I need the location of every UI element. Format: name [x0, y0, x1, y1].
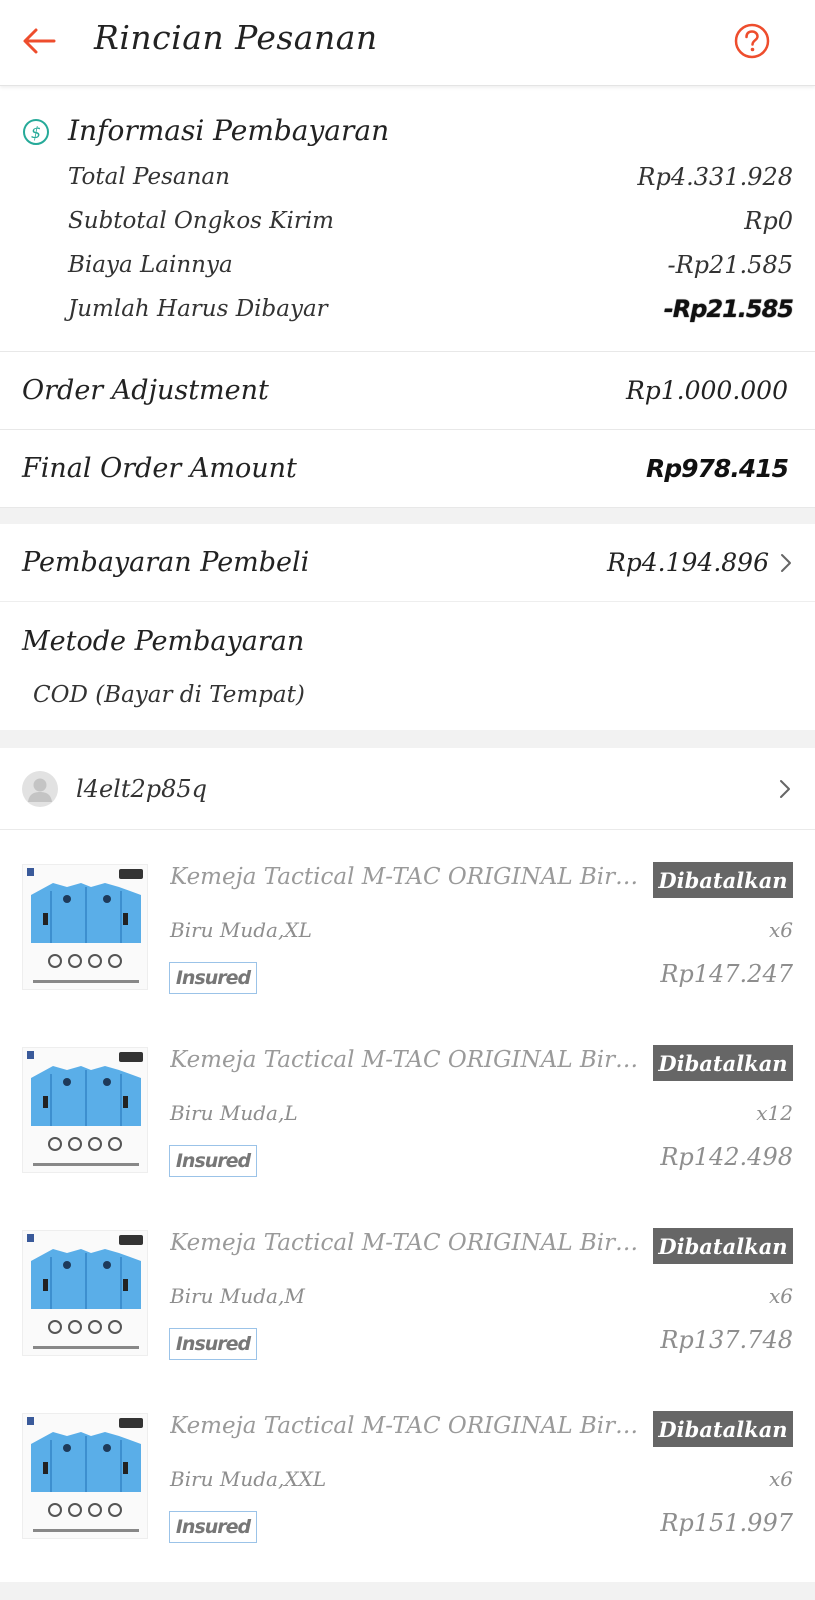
- product-quantity: x6: [768, 1467, 793, 1491]
- product-price: Rp151.997: [660, 1509, 793, 1537]
- total-order-row: Total Pesanan Rp4.331.928: [68, 158, 793, 196]
- row-label: Total Pesanan: [68, 164, 230, 190]
- row-value: -Rp21.585: [667, 251, 793, 279]
- insured-badge: Insured: [169, 962, 257, 994]
- shipping-subtotal-row: Subtotal Ongkos Kirim Rp0: [68, 202, 793, 240]
- shirt-image: [23, 1414, 147, 1538]
- row-label: Biaya Lainnya: [68, 252, 233, 278]
- buyer-payment-row[interactable]: Pembayaran Pembeli Rp4.194.896: [0, 524, 815, 602]
- payment-method-value: COD (Bayar di Tempat): [33, 682, 305, 708]
- shirt-image: [23, 865, 147, 989]
- product-image: [22, 1047, 148, 1173]
- status-badge: Dibatalkan: [653, 1045, 793, 1081]
- buyer-payment-value: Rp4.194.896: [606, 548, 769, 577]
- row-value: Rp4.331.928: [637, 163, 793, 191]
- back-button[interactable]: [18, 20, 60, 62]
- section-divider: [0, 508, 815, 524]
- status-badge: Dibatalkan: [653, 1228, 793, 1264]
- order-adjustment-row: Order Adjustment Rp1.000.000: [0, 352, 815, 430]
- payment-info-section: $ Informasi Pembayaran Total Pesanan Rp4…: [0, 100, 815, 352]
- payment-method-label: Metode Pembayaran: [22, 626, 305, 657]
- arrow-left-icon: [23, 28, 56, 54]
- order-item[interactable]: Kemeja Tactical M-TAC ORIGINAL Biru Muda…: [0, 1395, 815, 1578]
- product-name: Kemeja Tactical M-TAC ORIGINAL Biru Muda: [170, 1230, 650, 1256]
- shirt-image: [23, 1231, 147, 1355]
- row-value: -Rp21.585: [663, 295, 794, 323]
- avatar: [22, 770, 58, 807]
- buyer-profile-row[interactable]: l4elt2p85q: [0, 748, 815, 830]
- row-value: Rp0: [744, 207, 793, 235]
- final-order-amount-label: Final Order Amount: [22, 453, 297, 484]
- order-adjustment-value: Rp1.000.000: [625, 376, 788, 405]
- product-variant: Biru Muda,M: [170, 1284, 305, 1308]
- product-name: Kemeja Tactical M-TAC ORIGINAL Biru Muda: [170, 1413, 650, 1439]
- buyer-payment-label: Pembayaran Pembeli: [22, 547, 310, 578]
- insured-badge: Insured: [169, 1511, 257, 1543]
- payment-method-section: Metode Pembayaran COD (Bayar di Tempat): [0, 602, 815, 730]
- section-divider: [0, 730, 815, 748]
- product-price: Rp137.748: [660, 1326, 793, 1354]
- product-quantity: x6: [768, 918, 793, 942]
- row-label: Subtotal Ongkos Kirim: [68, 208, 334, 234]
- insured-badge: Insured: [169, 1145, 257, 1177]
- amount-due-row: Jumlah Harus Dibayar -Rp21.585: [68, 290, 794, 328]
- page-title: Rincian Pesanan: [94, 18, 378, 57]
- top-bar: Rincian Pesanan: [0, 0, 815, 86]
- dollar-circle-icon: $: [23, 119, 49, 145]
- order-adjustment-label: Order Adjustment: [22, 375, 269, 406]
- final-order-amount-value: Rp978.415: [645, 454, 789, 483]
- payment-info-title: Informasi Pembayaran: [68, 114, 390, 147]
- chevron-right-icon: [781, 553, 791, 572]
- product-variant: Biru Muda,XXL: [170, 1467, 327, 1491]
- product-quantity: x12: [756, 1101, 793, 1125]
- svg-text:$: $: [31, 123, 41, 142]
- status-badge: Dibatalkan: [653, 1411, 793, 1447]
- section-divider: [0, 1582, 815, 1600]
- product-image: [22, 1413, 148, 1539]
- product-price: Rp142.498: [660, 1143, 793, 1171]
- order-item[interactable]: Kemeja Tactical M-TAC ORIGINAL Biru Muda…: [0, 1029, 815, 1212]
- other-fees-row: Biaya Lainnya -Rp21.585: [68, 246, 793, 284]
- user-avatar-icon: [28, 778, 52, 802]
- product-image: [22, 1230, 148, 1356]
- product-variant: Biru Muda,XL: [170, 918, 312, 942]
- help-button[interactable]: [733, 22, 771, 60]
- product-image: [22, 864, 148, 990]
- status-badge: Dibatalkan: [653, 862, 793, 898]
- insured-badge: Insured: [169, 1328, 257, 1360]
- shirt-image: [23, 1048, 147, 1172]
- chevron-right-icon: [780, 780, 790, 798]
- question-circle-icon: [734, 23, 770, 59]
- product-quantity: x6: [768, 1284, 793, 1308]
- product-name: Kemeja Tactical M-TAC ORIGINAL Biru Muda: [170, 864, 650, 890]
- order-item[interactable]: Kemeja Tactical M-TAC ORIGINAL Biru Muda…: [0, 846, 815, 1029]
- row-label: Jumlah Harus Dibayar: [68, 296, 328, 322]
- order-item[interactable]: Kemeja Tactical M-TAC ORIGINAL Biru Muda…: [0, 1212, 815, 1395]
- buyer-username: l4elt2p85q: [76, 774, 208, 803]
- product-name: Kemeja Tactical M-TAC ORIGINAL Biru Muda: [170, 1047, 650, 1073]
- product-price: Rp147.247: [660, 960, 793, 988]
- final-order-amount-row: Final Order Amount Rp978.415: [0, 430, 815, 508]
- product-variant: Biru Muda,L: [170, 1101, 298, 1125]
